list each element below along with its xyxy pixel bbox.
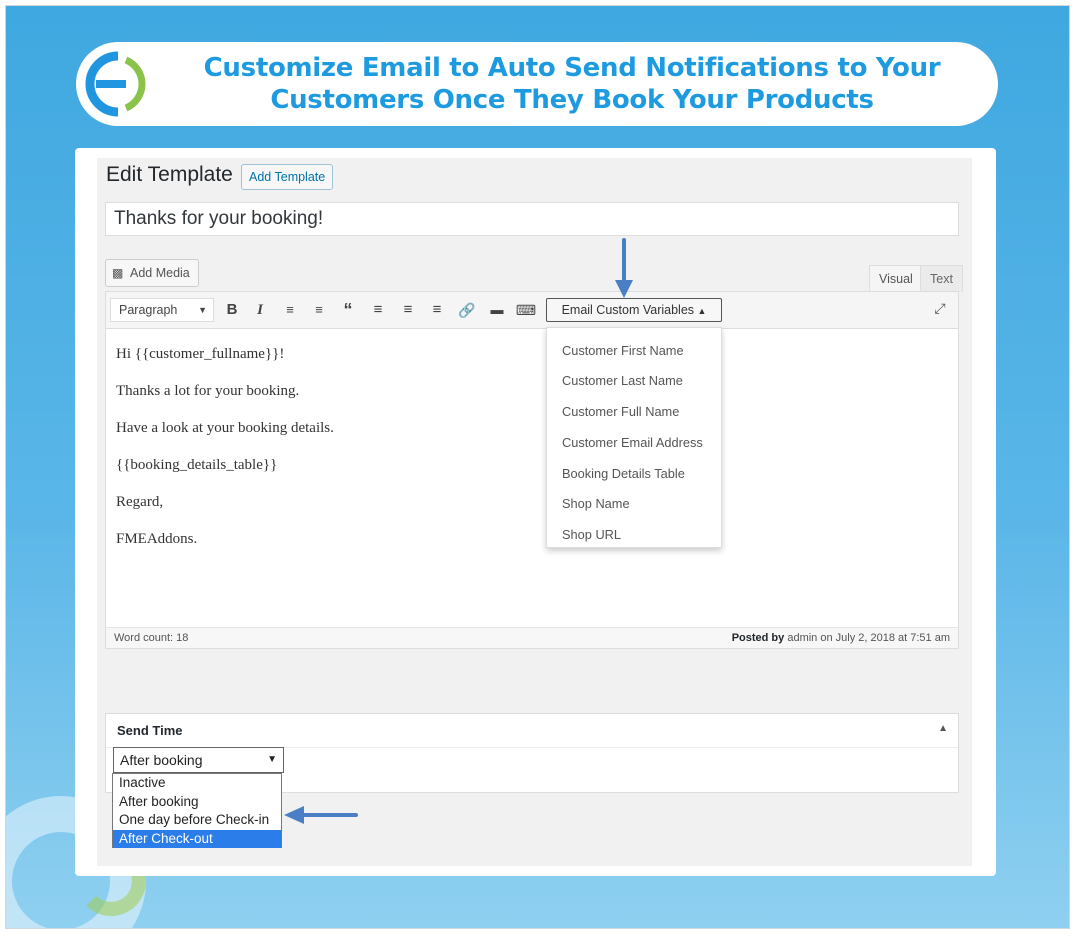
link-icon[interactable]: 🔗 xyxy=(455,298,479,322)
brand-logo-icon xyxy=(84,50,152,118)
numbered-list-icon[interactable]: ≡ xyxy=(307,298,331,322)
posted-by-text: admin on July 2, 2018 at 7:51 am xyxy=(787,632,950,644)
custom-variables-menu: Customer First Name Customer Last Name C… xyxy=(546,327,722,548)
send-time-title: Send Time xyxy=(117,723,183,738)
add-media-button[interactable]: ▩ Add Media xyxy=(105,259,199,287)
body-line: {{booking_details_table}} xyxy=(116,457,278,473)
banner-title: Customize Email to Auto Send Notificatio… xyxy=(186,52,958,116)
blockquote-icon[interactable]: “ xyxy=(336,298,360,322)
option-after-booking[interactable]: After booking xyxy=(113,793,281,812)
align-right-icon[interactable]: ≡ xyxy=(425,298,449,322)
send-time-options-list: Inactive After booking One day before Ch… xyxy=(112,773,282,848)
option-after-check-out[interactable]: After Check-out xyxy=(113,829,281,848)
editor-status-bar: Word count: 18 Posted by admin on July 2… xyxy=(105,627,959,649)
header-banner: Customize Email to Auto Send Notificatio… xyxy=(76,42,998,126)
align-center-icon[interactable]: ≡ xyxy=(396,298,420,322)
body-line: Have a look at your booking details. xyxy=(116,420,334,436)
tab-visual[interactable]: Visual xyxy=(869,265,923,292)
send-time-header: Send Time ▲ xyxy=(106,714,958,748)
option-one-day-before-check-in[interactable]: One day before Check-in xyxy=(113,811,281,830)
arrow-down-icon xyxy=(615,238,633,298)
editor-toolbar: Paragraph ▼ B I ≡ ≡ “ ≡ ≡ ≡ 🔗 ▬ ⌨ Email … xyxy=(106,292,958,329)
add-media-label: Add Media xyxy=(130,266,190,280)
rich-text-editor: Paragraph ▼ B I ≡ ≡ “ ≡ ≡ ≡ 🔗 ▬ ⌨ Email … xyxy=(105,291,959,648)
caret-up-icon: ▲ xyxy=(697,306,707,316)
posted-by-label: Posted by xyxy=(731,632,785,644)
editor-content[interactable]: Hi {{customer_fullname}}! Thanks a lot f… xyxy=(116,346,334,568)
chevron-down-icon: ▼ xyxy=(267,754,277,765)
menu-item-customer-full-name[interactable]: Customer Full Name xyxy=(562,404,679,419)
body-line: Regard, xyxy=(116,494,164,510)
send-time-select[interactable]: After booking ▼ xyxy=(113,747,284,773)
bulleted-list-icon[interactable]: ≡ xyxy=(278,298,302,322)
word-count: Word count: 18 xyxy=(114,632,189,644)
posted-by: Posted by admin on July 2, 2018 at 7:51 … xyxy=(732,628,950,648)
option-inactive[interactable]: Inactive xyxy=(113,774,281,793)
email-custom-variables-label: Email Custom Variables xyxy=(561,303,695,317)
menu-item-shop-name[interactable]: Shop Name xyxy=(562,496,630,511)
chevron-down-icon: ▼ xyxy=(198,305,207,315)
content-panel: Edit Template Add Template Thanks for yo… xyxy=(75,148,996,876)
fullscreen-icon[interactable]: ⤢ xyxy=(930,298,950,318)
tab-text[interactable]: Text xyxy=(920,265,963,292)
menu-item-shop-url[interactable]: Shop URL xyxy=(562,527,621,542)
banner-title-line-2: Customers Once They Book Your Products xyxy=(270,85,874,115)
italic-icon[interactable]: I xyxy=(248,298,272,322)
menu-item-customer-email-address[interactable]: Customer Email Address xyxy=(562,435,703,450)
media-icon: ▩ xyxy=(112,266,124,280)
collapse-toggle-icon[interactable]: ▲ xyxy=(938,723,948,734)
email-custom-variables-button[interactable]: Email Custom Variables ▲ xyxy=(546,298,722,322)
add-template-button[interactable]: Add Template xyxy=(241,164,334,190)
menu-item-customer-last-name[interactable]: Customer Last Name xyxy=(562,373,683,388)
align-left-icon[interactable]: ≡ xyxy=(366,298,390,322)
body-line: Hi {{customer_fullname}}! xyxy=(116,346,285,362)
body-line: Thanks a lot for your booking. xyxy=(116,383,300,399)
format-select-value: Paragraph xyxy=(119,303,178,317)
arrow-left-icon xyxy=(284,806,358,824)
body-line: FMEAddons. xyxy=(116,531,198,547)
format-select[interactable]: Paragraph ▼ xyxy=(110,298,214,322)
send-time-selected-value: After booking xyxy=(120,752,203,768)
edit-template-area: Edit Template Add Template Thanks for yo… xyxy=(97,158,972,866)
read-more-icon[interactable]: ▬ xyxy=(485,298,509,322)
bold-icon[interactable]: B xyxy=(220,298,244,322)
banner-title-line-1: Customize Email to Auto Send Notificatio… xyxy=(203,53,941,83)
toolbar-toggle-icon[interactable]: ⌨ xyxy=(514,298,538,322)
template-title-input[interactable]: Thanks for your booking! xyxy=(105,202,959,236)
menu-item-booking-details-table[interactable]: Booking Details Table xyxy=(562,466,685,481)
menu-item-customer-first-name[interactable]: Customer First Name xyxy=(562,343,684,358)
page-title: Edit Template xyxy=(106,163,233,186)
background-frame: Customize Email to Auto Send Notificatio… xyxy=(5,5,1070,929)
